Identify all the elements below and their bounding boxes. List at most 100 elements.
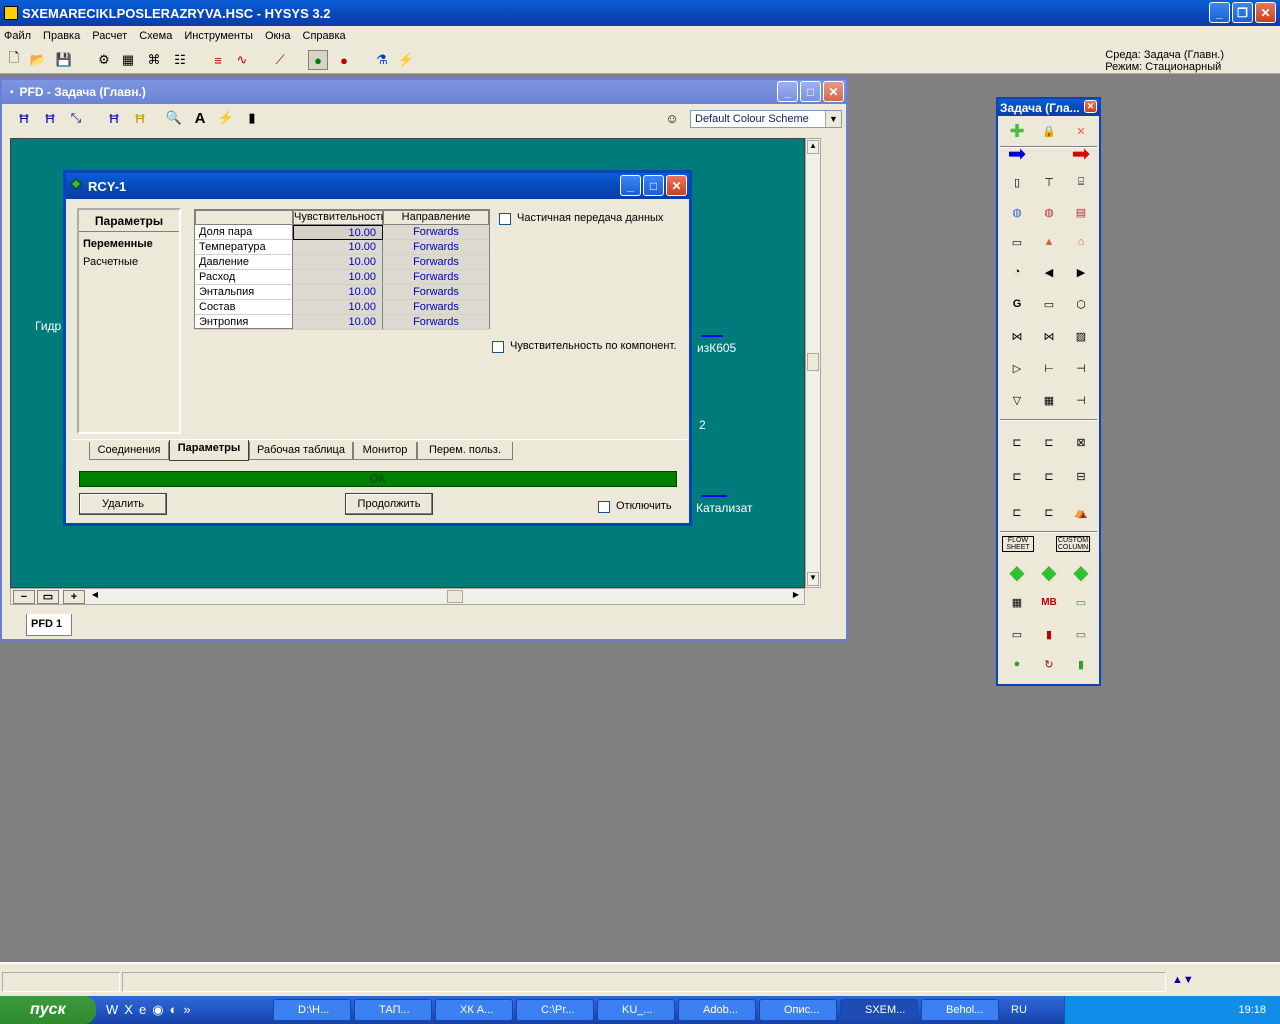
column-icon[interactable]: ⊏ bbox=[1004, 499, 1030, 525]
menu-tools[interactable]: Инструменты bbox=[184, 30, 253, 42]
surge-controller-icon[interactable]: ● bbox=[1004, 651, 1030, 677]
digital-point-icon[interactable]: ▮ bbox=[1068, 651, 1094, 677]
expander-icon[interactable]: ▶ bbox=[1068, 259, 1094, 285]
stream-label-2[interactable]: 2 bbox=[699, 418, 706, 432]
menu-simulation[interactable]: Расчет bbox=[92, 30, 127, 42]
stream-arrow[interactable] bbox=[701, 495, 727, 497]
excel-icon[interactable]: X bbox=[124, 1002, 133, 1018]
energy-stream-icon[interactable]: ➡ bbox=[1068, 141, 1094, 167]
direction-cell[interactable]: Forwards bbox=[383, 315, 489, 330]
filter-icon[interactable]: ▦ bbox=[1036, 387, 1062, 413]
workbook-icon[interactable]: ▦ bbox=[118, 50, 138, 70]
attach-mode-icon[interactable]: Ħ bbox=[14, 108, 34, 128]
direction-cell[interactable]: Forwards bbox=[383, 300, 489, 315]
components-icon[interactable]: ⚙ bbox=[94, 50, 114, 70]
break-connection-icon[interactable]: Ħ bbox=[104, 108, 124, 128]
zoom-icon[interactable]: 🔍 bbox=[164, 108, 184, 128]
direction-cell[interactable]: Forwards bbox=[383, 270, 489, 285]
absorber-icon[interactable]: ⊏ bbox=[1004, 429, 1030, 455]
ratio-icon[interactable]: ▭ bbox=[1068, 621, 1094, 647]
oil-well-icon[interactable]: ⛺ bbox=[1068, 499, 1094, 525]
task-button[interactable]: Опис... bbox=[759, 999, 837, 1021]
solver-active-icon[interactable]: ● bbox=[308, 50, 328, 70]
task-button[interactable]: ХК А... bbox=[435, 999, 513, 1021]
valve-icon[interactable]: ⋈ bbox=[1004, 323, 1030, 349]
relief-valve-icon[interactable]: ⋈ bbox=[1036, 323, 1062, 349]
scroll-left-icon[interactable]: ◀ bbox=[89, 590, 101, 603]
delete-button[interactable]: Удалить bbox=[79, 493, 167, 515]
language-indicator[interactable]: RU bbox=[1011, 1004, 1027, 1016]
colour-scheme-icon[interactable]: ☺ bbox=[662, 108, 682, 128]
compressor-icon[interactable]: ◀ bbox=[1036, 259, 1062, 285]
scroll-right-icon[interactable]: ▶ bbox=[790, 590, 802, 603]
task-button[interactable]: Adob... bbox=[678, 999, 756, 1021]
browser-icon[interactable]: ◉ bbox=[152, 1002, 163, 1018]
fired-heater-icon[interactable]: ▲ bbox=[1036, 229, 1062, 255]
reactor-icon[interactable]: ⬡ bbox=[1068, 291, 1094, 317]
nav-item-variables[interactable]: Переменные bbox=[79, 232, 179, 250]
clock[interactable]: 19:18 bbox=[1238, 1004, 1266, 1016]
sensitivity-cell[interactable]: 10.00 bbox=[293, 240, 383, 255]
sensitivity-cell[interactable]: 10.00 bbox=[293, 315, 383, 330]
restore-button[interactable]: ❐ bbox=[1232, 2, 1253, 23]
pfd-horizontal-scrollbar[interactable]: − ▭ + ◀ ▶ bbox=[10, 588, 805, 605]
material-stream-icon[interactable]: ➡ bbox=[1004, 141, 1030, 167]
task-button[interactable]: ТАП... bbox=[354, 999, 432, 1021]
menu-flowsheet[interactable]: Схема bbox=[139, 30, 172, 42]
wave-icon[interactable]: ∿ bbox=[232, 50, 252, 70]
menu-file[interactable]: Файл bbox=[4, 30, 31, 42]
pipe-segment-icon[interactable]: ▭ bbox=[1036, 291, 1062, 317]
solver-hold-icon[interactable]: ● bbox=[334, 50, 354, 70]
scroll-thumb[interactable] bbox=[447, 590, 463, 603]
scroll-down-icon[interactable]: ▼ bbox=[807, 572, 819, 586]
dynamics-icon[interactable]: ⚡ bbox=[396, 50, 416, 70]
task-button[interactable]: D:\Н... bbox=[273, 999, 351, 1021]
chevron-right-icon[interactable]: » bbox=[183, 1002, 190, 1018]
sort-arrows-icon[interactable]: ▲▼ bbox=[1172, 974, 1216, 988]
direction-cell[interactable]: Forwards bbox=[383, 285, 489, 300]
tab-parameters[interactable]: Параметры bbox=[169, 440, 249, 461]
transfer-function-icon[interactable]: ↻ bbox=[1036, 651, 1062, 677]
scroll-thumb[interactable] bbox=[807, 353, 819, 371]
continue-button[interactable]: Продолжить bbox=[345, 493, 433, 515]
mixer-icon[interactable]: ▨ bbox=[1068, 323, 1094, 349]
rcy-minimize-button[interactable]: _ bbox=[620, 175, 641, 196]
logic-icon[interactable]: ▭ bbox=[1068, 589, 1094, 615]
three-phase-separator-icon[interactable]: ⊤ bbox=[1036, 169, 1062, 195]
pid-controller-icon[interactable]: ▭ bbox=[1004, 621, 1030, 647]
task-button[interactable]: SXEM... bbox=[840, 999, 918, 1021]
word-icon[interactable]: W bbox=[106, 1002, 118, 1018]
tab-worksheet[interactable]: Рабочая таблица bbox=[249, 442, 353, 460]
set-icon[interactable]: ◆ bbox=[1036, 559, 1062, 585]
custom-column-icon[interactable]: CUSTOM COLUMN bbox=[1056, 536, 1090, 552]
component-sensitivity-checkbox[interactable] bbox=[492, 341, 504, 353]
refluxed-absorber-icon[interactable]: ⊏ bbox=[1004, 463, 1030, 489]
tee-icon[interactable]: ▷ bbox=[1004, 355, 1030, 381]
cyclone-icon[interactable]: ▽ bbox=[1004, 387, 1030, 413]
nav-item-numerical[interactable]: Расчетные bbox=[79, 250, 179, 268]
chart-icon[interactable]: ⟋ bbox=[270, 50, 290, 70]
pfd-vertical-scrollbar[interactable]: ▲ ▼ bbox=[805, 138, 821, 588]
pump-icon[interactable]: ◔ bbox=[1004, 259, 1030, 285]
stream-label-izk605[interactable]: изК605 bbox=[697, 341, 736, 355]
tab-user-variables[interactable]: Перем. польз. bbox=[417, 442, 513, 460]
partial-transfer-checkbox[interactable] bbox=[499, 213, 511, 225]
scroll-up-icon[interactable]: ▲ bbox=[807, 140, 819, 154]
short-cut-column-icon[interactable]: ⊏ bbox=[1036, 499, 1062, 525]
task-button[interactable]: C:\Pr... bbox=[516, 999, 594, 1021]
pfd-close-button[interactable]: ✕ bbox=[823, 81, 844, 102]
stream-icon[interactable]: ≡ bbox=[208, 50, 228, 70]
balance-icon[interactable]: MB bbox=[1036, 589, 1062, 615]
new-file-icon[interactable]: 🗋 bbox=[4, 50, 24, 70]
minimize-button[interactable]: _ bbox=[1209, 2, 1230, 23]
direction-cell[interactable]: Forwards bbox=[383, 255, 489, 270]
sensitivity-cell[interactable]: 10.00 bbox=[293, 225, 383, 240]
task-button[interactable]: KU_... bbox=[597, 999, 675, 1021]
ignore-checkbox[interactable] bbox=[598, 501, 610, 513]
three-phase-distillation-icon[interactable]: ⊏ bbox=[1036, 463, 1062, 489]
furnace-icon[interactable]: ⌂ bbox=[1068, 229, 1094, 255]
zoom-in-button[interactable]: + bbox=[63, 590, 85, 604]
splitter-icon[interactable]: ⊢ bbox=[1036, 355, 1062, 381]
shell-tube-icon[interactable]: ▭ bbox=[1004, 229, 1030, 255]
heater-icon[interactable]: ◍ bbox=[1004, 199, 1030, 225]
